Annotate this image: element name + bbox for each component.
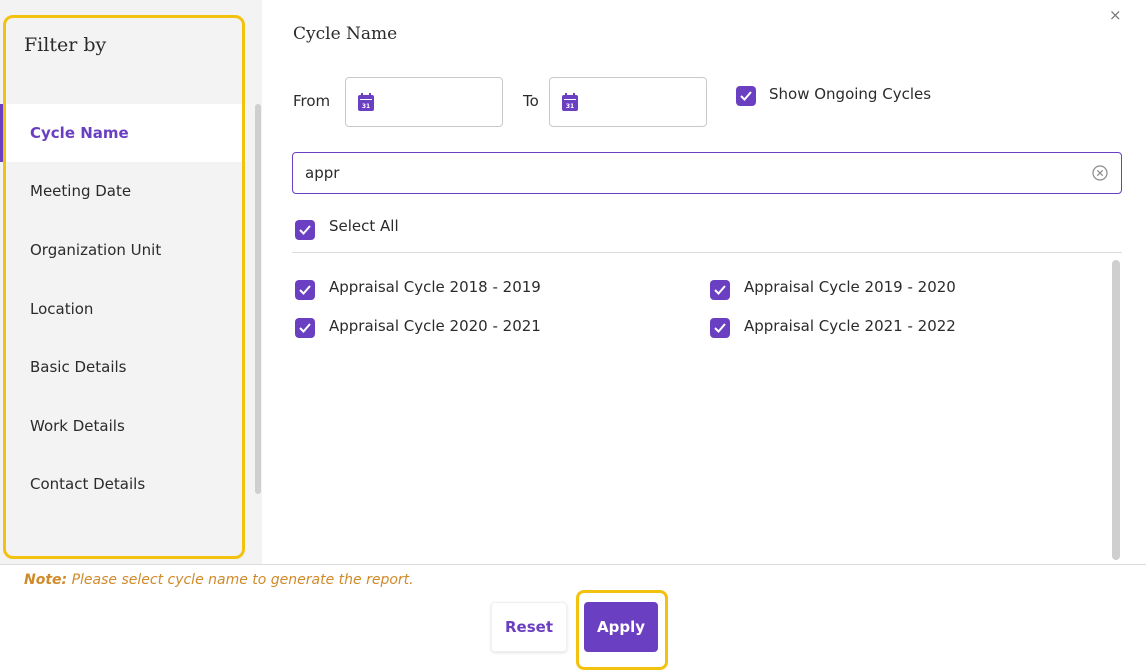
check-icon	[299, 285, 311, 295]
apply-button[interactable]: Apply	[584, 602, 658, 652]
sidebar-item-location[interactable]: Location	[0, 280, 246, 338]
calendar-icon: 31	[562, 93, 578, 111]
calendar-day-text: 31	[362, 103, 370, 110]
cycle-checkbox[interactable]	[710, 318, 730, 338]
show-ongoing-checkbox[interactable]	[736, 86, 756, 106]
from-label: From	[293, 92, 331, 110]
sidebar-item-basic-details[interactable]: Basic Details	[0, 338, 246, 396]
sidebar-scrollbar[interactable]	[255, 104, 261, 494]
show-ongoing-label: Show Ongoing Cycles	[769, 85, 932, 103]
check-icon	[714, 285, 726, 295]
list-scrollbar[interactable]	[1112, 260, 1120, 560]
to-label: To	[523, 92, 539, 110]
cycle-label: Appraisal Cycle 2018 - 2019	[329, 278, 541, 296]
sidebar-item-label: Cycle Name	[30, 124, 129, 142]
calendar-icon: 31	[358, 93, 374, 111]
sidebar-item-label: Organization Unit	[30, 241, 162, 259]
search-input[interactable]	[305, 162, 1065, 184]
cycle-label: Appraisal Cycle 2020 - 2021	[329, 317, 541, 335]
sidebar-item-label: Meeting Date	[30, 182, 132, 200]
reset-button[interactable]: Reset	[491, 602, 567, 652]
sidebar-item-label: Location	[30, 300, 94, 318]
sidebar-item-label: Contact Details	[30, 475, 146, 493]
filter-sidebar: Filter by Cycle Name Meeting Date Organi…	[0, 0, 262, 564]
check-icon	[714, 323, 726, 333]
note-prefix: Note:	[24, 572, 68, 588]
sidebar-item-work-details[interactable]: Work Details	[0, 397, 246, 455]
check-icon	[740, 91, 752, 101]
sidebar-item-meeting-date[interactable]: Meeting Date	[0, 162, 246, 220]
sidebar-item-label: Work Details	[30, 417, 125, 435]
cycle-checkbox[interactable]	[295, 318, 315, 338]
sidebar-item-contact-details[interactable]: Contact Details	[0, 455, 246, 513]
section-title: Cycle Name	[293, 24, 398, 44]
to-date-field[interactable]: 31	[549, 77, 707, 127]
sidebar-title: Filter by	[24, 34, 107, 56]
search-box	[292, 152, 1122, 194]
note-text: Note: Please select cycle name to genera…	[24, 572, 414, 588]
clear-icon[interactable]	[1091, 164, 1109, 182]
select-all-checkbox[interactable]	[295, 220, 315, 240]
check-icon	[299, 225, 311, 235]
footer-divider	[0, 564, 1146, 565]
calendar-day-text: 31	[566, 103, 574, 110]
divider	[292, 252, 1122, 253]
cycle-checkbox[interactable]	[710, 280, 730, 300]
sidebar-item-cycle-name[interactable]: Cycle Name	[0, 104, 246, 162]
from-date-field[interactable]: 31	[345, 77, 503, 127]
sidebar-item-organization-unit[interactable]: Organization Unit	[0, 221, 246, 279]
sidebar-item-label: Basic Details	[30, 358, 127, 376]
note-message: Please select cycle name to generate the…	[67, 572, 414, 588]
check-icon	[299, 323, 311, 333]
cycle-label: Appraisal Cycle 2021 - 2022	[744, 317, 956, 335]
cycle-checkbox[interactable]	[295, 280, 315, 300]
close-icon[interactable]: ×	[1109, 6, 1122, 24]
cycle-label: Appraisal Cycle 2019 - 2020	[744, 278, 956, 296]
select-all-label: Select All	[329, 217, 399, 235]
